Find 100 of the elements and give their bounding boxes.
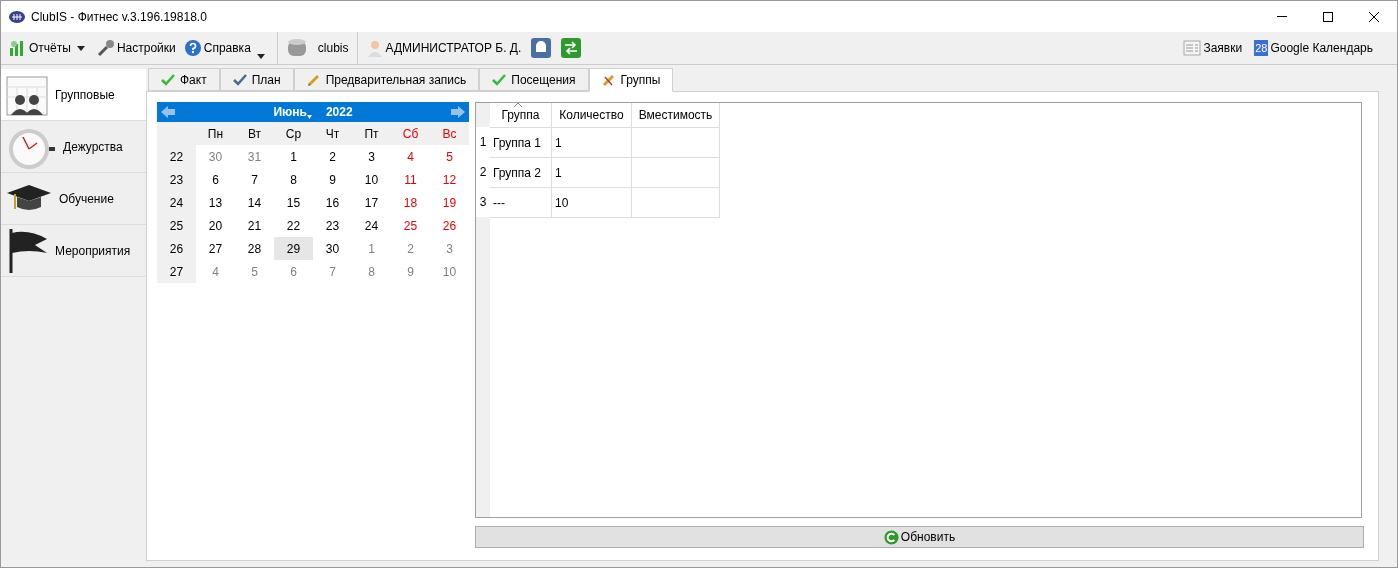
calendar-day[interactable]: 1 — [352, 237, 391, 260]
week-number: 22 — [157, 145, 196, 168]
close-icon — [1369, 11, 1379, 22]
tab[interactable]: Факт — [148, 68, 220, 91]
calendar-day[interactable]: 3 — [352, 145, 391, 168]
list-icon — [1183, 39, 1202, 57]
weekday-label: Сб — [401, 125, 420, 143]
calendar-day[interactable]: 14 — [235, 191, 274, 214]
calendar-day[interactable]: 20 — [196, 214, 235, 237]
tab[interactable]: Посещения — [479, 68, 589, 91]
calendar-day[interactable]: 6 — [274, 260, 313, 283]
calendar-day[interactable]: 21 — [235, 214, 274, 237]
calendar-day[interactable]: 8 — [352, 260, 391, 283]
tab[interactable]: План — [219, 68, 294, 91]
dropdown-arrow-icon — [76, 45, 85, 51]
calendar-day[interactable]: 7 — [313, 260, 352, 283]
weekday-label: Чт — [324, 125, 341, 143]
calendar-day[interactable]: 2 — [313, 145, 352, 168]
pencil-icon — [601, 73, 616, 87]
toolbar-button[interactable]: АДМИНИСТРАТОР Б. Д. — [361, 35, 526, 61]
toolbar-button[interactable]: Заявки — [1183, 39, 1243, 57]
column-header[interactable]: Вместимость — [632, 103, 720, 127]
calendar-icon: 28 — [1254, 40, 1269, 56]
calendar-day[interactable]: 17 — [352, 191, 391, 214]
calendar-day[interactable]: 9 — [391, 260, 430, 283]
check-icon — [232, 72, 247, 87]
toolbar-button[interactable]: clubis — [281, 35, 353, 61]
week-number: 27 — [157, 260, 196, 283]
dropdown-arrow-icon — [256, 54, 265, 59]
row-number: 2 — [476, 157, 490, 187]
weekday-label: Вт — [246, 125, 263, 143]
table-cell: --- — [490, 188, 552, 217]
year-label[interactable]: 2022 — [325, 103, 353, 121]
calendar-day[interactable]: 22 — [274, 214, 313, 237]
lock-icon[interactable] — [531, 38, 552, 58]
calendar-day[interactable]: 19 — [430, 191, 469, 214]
calendar-day[interactable]: 15 — [274, 191, 313, 214]
calendar-day[interactable]: 26 — [430, 214, 469, 237]
calendar-day[interactable]: 27 — [196, 237, 235, 260]
calendar-day[interactable]: 12 — [430, 168, 469, 191]
app-logo-icon — [9, 10, 25, 23]
calendar-day[interactable]: 29 — [274, 237, 313, 260]
calendar-day[interactable]: 10 — [352, 168, 391, 191]
toolbar-button[interactable]: 28 Google Календарь — [1254, 39, 1373, 57]
calendar-day[interactable]: 30 — [196, 145, 235, 168]
exit-icon[interactable] — [561, 38, 582, 58]
dropdown-arrow-icon — [306, 115, 312, 119]
toolbar-button[interactable]: Настройки — [92, 35, 180, 61]
calendar-day[interactable]: 3 — [430, 237, 469, 260]
calendar-day[interactable]: 5 — [430, 145, 469, 168]
calendar-day[interactable]: 4 — [196, 260, 235, 283]
calendar-day[interactable]: 5 — [235, 260, 274, 283]
calendar-day[interactable]: 25 — [391, 214, 430, 237]
tab[interactable]: Группы — [588, 68, 674, 92]
column-header[interactable]: Группа — [490, 103, 552, 127]
calendar-day[interactable]: 4 — [391, 145, 430, 168]
calendar-day[interactable]: 18 — [391, 191, 430, 214]
calendar-day[interactable]: 23 — [313, 214, 352, 237]
calendar-day[interactable]: 6 — [196, 168, 235, 191]
tab[interactable]: Предварительная запись — [293, 68, 480, 91]
week-number: 24 — [157, 191, 196, 214]
sidebar-item[interactable]: Групповые — [1, 69, 146, 121]
previous-month-icon[interactable] — [161, 106, 175, 118]
row-number: 3 — [476, 187, 490, 217]
table-cell: Группа 1 — [490, 128, 552, 157]
calendar-day[interactable]: 24 — [352, 214, 391, 237]
refresh-icon — [883, 529, 899, 545]
calendar-day[interactable]: 16 — [313, 191, 352, 214]
toolbar-button[interactable]: Отчёты — [5, 35, 93, 61]
calendar-day[interactable]: 9 — [313, 168, 352, 191]
table-cell: 1 — [552, 128, 632, 157]
column-header[interactable]: Количество — [552, 103, 632, 127]
calendar-day[interactable]: 28 — [235, 237, 274, 260]
calendar-day[interactable]: 30 — [313, 237, 352, 260]
week-number: 23 — [157, 168, 196, 191]
window-title: ClubIS - Фитнес v.3.196.19818.0 — [31, 8, 207, 26]
calendar-day[interactable]: 10 — [430, 260, 469, 283]
weekday-label: Пн — [206, 125, 225, 143]
maximize-icon — [1323, 11, 1333, 22]
next-month-icon[interactable] — [451, 106, 465, 118]
calendar-day[interactable]: 11 — [391, 168, 430, 191]
calendar-day[interactable]: 1 — [274, 145, 313, 168]
table-cell: Группа 2 — [490, 158, 552, 187]
calendar-day[interactable]: 13 — [196, 191, 235, 214]
user-icon — [365, 39, 384, 57]
week-number: 26 — [157, 237, 196, 260]
refresh-button[interactable]: Обновить — [475, 526, 1364, 548]
week-number: 25 — [157, 214, 196, 237]
weekday-label: Пт — [363, 125, 380, 143]
toolbar-button[interactable]: Справка — [179, 35, 273, 61]
month-label[interactable]: Июнь — [273, 103, 312, 121]
calendar-day[interactable]: 8 — [274, 168, 313, 191]
calendar-day[interactable]: 31 — [235, 145, 274, 168]
check-icon — [161, 72, 175, 87]
weekday-label: Вс — [441, 125, 458, 143]
pencil-icon — [306, 72, 321, 87]
table-cell: 10 — [552, 188, 632, 217]
calendar-day[interactable]: 7 — [235, 168, 274, 191]
minimize-icon — [1277, 16, 1287, 17]
calendar-day[interactable]: 2 — [391, 237, 430, 260]
